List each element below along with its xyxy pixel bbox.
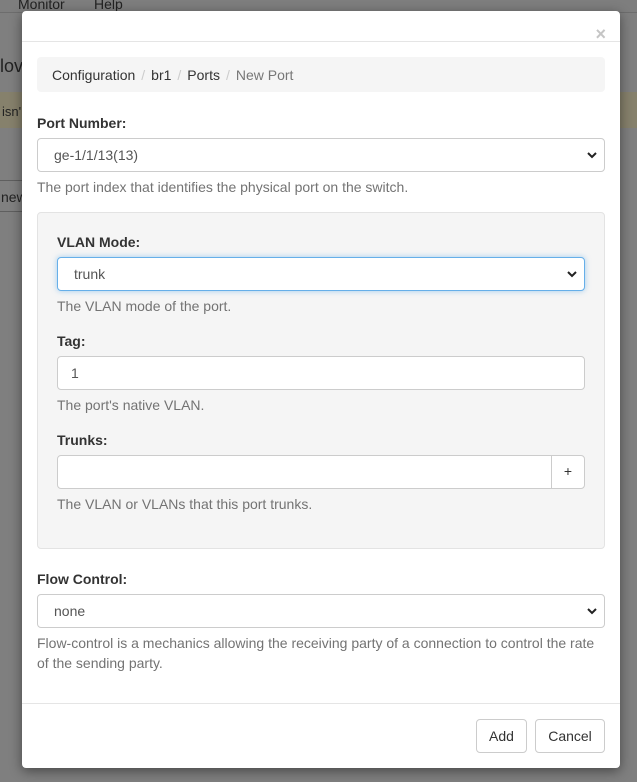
breadcrumb-item-ports[interactable]: Ports bbox=[187, 67, 220, 83]
breadcrumb-separator: / bbox=[225, 66, 230, 83]
close-icon[interactable]: × bbox=[595, 25, 606, 43]
port-number-help: The port index that identifies the physi… bbox=[37, 179, 409, 195]
trunks-input[interactable] bbox=[57, 455, 552, 489]
breadcrumb: Configuration / br1 / Ports / New Port bbox=[37, 57, 605, 92]
flow-control-help-line2: of the sending party. bbox=[37, 655, 163, 671]
trunks-help: The VLAN or VLANs that this port trunks. bbox=[57, 496, 313, 512]
port-number-label: Port Number: bbox=[37, 115, 127, 131]
breadcrumb-item-bridge[interactable]: br1 bbox=[151, 67, 171, 83]
modal-footer: Add Cancel bbox=[22, 703, 620, 768]
breadcrumb-separator: / bbox=[177, 66, 182, 83]
breadcrumb-item-configuration[interactable]: Configuration bbox=[52, 67, 135, 83]
flow-control-label: Flow Control: bbox=[37, 571, 128, 587]
tag-input[interactable]: 1 bbox=[57, 356, 585, 390]
flow-control-select[interactable]: none bbox=[37, 594, 605, 628]
cancel-button[interactable]: Cancel bbox=[535, 719, 605, 753]
add-trunk-button[interactable]: + bbox=[551, 455, 585, 489]
port-number-value: ge-1/1/13(13) bbox=[54, 147, 139, 163]
new-port-modal: × Configuration / br1 / Ports / New Port… bbox=[22, 11, 620, 768]
modal-header: × bbox=[22, 11, 620, 43]
tag-label: Tag: bbox=[57, 333, 86, 349]
tag-help: The port's native VLAN. bbox=[57, 397, 205, 413]
vlan-mode-value: trunk bbox=[74, 266, 106, 282]
chevron-down-icon bbox=[587, 608, 597, 615]
background-alert-text: isn' bbox=[2, 104, 22, 119]
tag-value: 1 bbox=[71, 365, 79, 381]
trunks-label: Trunks: bbox=[57, 432, 108, 448]
port-number-select[interactable]: ge-1/1/13(13) bbox=[37, 138, 605, 172]
vlan-mode-help: The VLAN mode of the port. bbox=[57, 298, 232, 314]
chevron-down-icon bbox=[567, 271, 577, 278]
breadcrumb-item-current: New Port bbox=[235, 66, 294, 83]
background-page-title: lov bbox=[0, 56, 24, 76]
breadcrumb-separator: / bbox=[141, 66, 146, 83]
flow-control-help-line1: Flow-control is a mechanics allowing the… bbox=[37, 635, 595, 651]
add-button[interactable]: Add bbox=[476, 719, 527, 753]
flow-control-help: Flow-control is a mechanics allowing the… bbox=[37, 633, 607, 673]
chevron-down-icon bbox=[587, 152, 597, 159]
vlan-mode-label: VLAN Mode: bbox=[57, 234, 141, 250]
flow-control-value: none bbox=[54, 603, 86, 619]
vlan-mode-select[interactable]: trunk bbox=[57, 257, 585, 291]
